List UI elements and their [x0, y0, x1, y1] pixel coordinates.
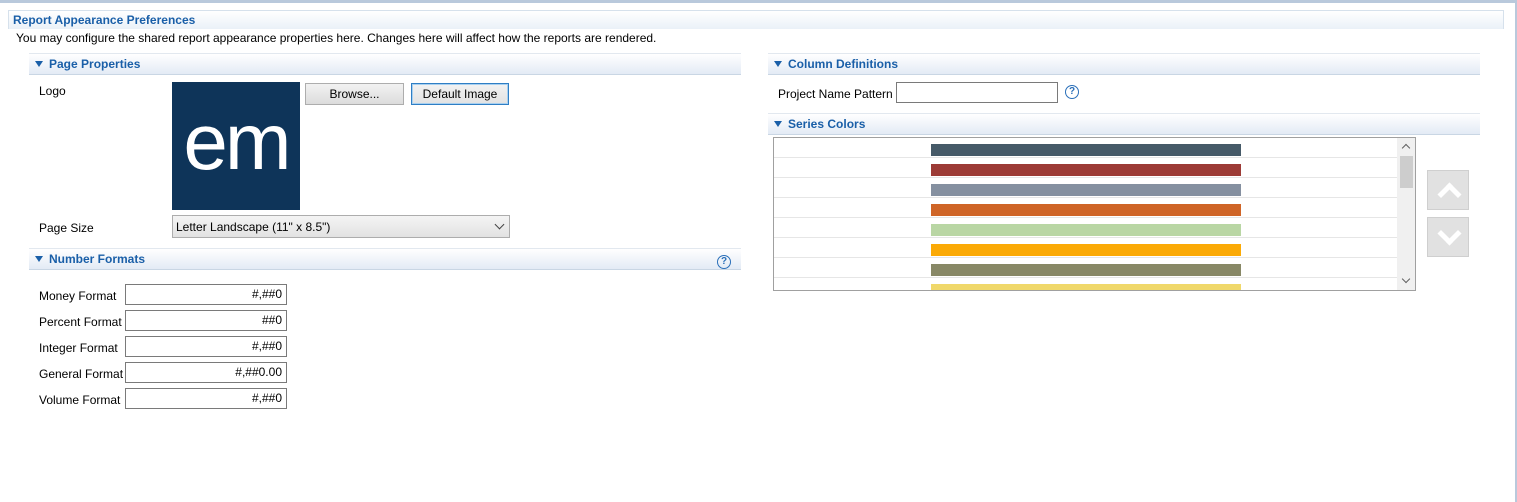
vertical-scrollbar[interactable]	[1397, 138, 1415, 290]
volume-format-field[interactable]: #,##0	[125, 388, 287, 409]
browse-button[interactable]: Browse...	[305, 83, 404, 105]
series-colors-title: Series Colors	[788, 117, 866, 131]
integer-format-label: Integer Format	[39, 341, 118, 355]
scroll-up-arrow-icon[interactable]	[1401, 143, 1411, 153]
series-color-row[interactable]	[774, 178, 1397, 198]
default-image-button[interactable]: Default Image	[411, 83, 509, 105]
chevron-down-icon	[1437, 221, 1462, 246]
logo-label: Logo	[39, 84, 66, 98]
integer-format-field[interactable]: #,##0	[125, 336, 287, 357]
color-swatch	[931, 244, 1241, 256]
preferences-header	[8, 10, 1504, 29]
color-swatch	[931, 164, 1241, 176]
collapse-toggle-icon[interactable]	[35, 61, 43, 67]
scrollbar-thumb[interactable]	[1400, 156, 1413, 188]
color-swatch	[931, 284, 1241, 290]
page-size-select[interactable]: Letter Landscape (11" x 8.5")	[172, 215, 510, 238]
color-swatch	[931, 264, 1241, 276]
help-icon[interactable]: ?	[1065, 85, 1079, 99]
number-formats-section-header[interactable]: Number Formats	[29, 248, 741, 270]
series-color-row[interactable]	[774, 238, 1397, 258]
page-title: Report Appearance Preferences	[13, 13, 196, 27]
color-swatch	[931, 204, 1241, 216]
project-name-pattern-field[interactable]	[896, 82, 1058, 103]
logo-image: em	[172, 82, 300, 210]
general-format-field[interactable]: #,##0.00	[125, 362, 287, 383]
number-formats-title: Number Formats	[49, 252, 146, 266]
chevron-up-icon	[1437, 182, 1462, 207]
scroll-down-arrow-icon[interactable]	[1401, 274, 1411, 284]
page-properties-title: Page Properties	[49, 57, 141, 71]
collapse-toggle-icon[interactable]	[35, 256, 43, 262]
move-up-button[interactable]	[1427, 170, 1469, 210]
money-format-label: Money Format	[39, 289, 117, 303]
logo-text: em	[183, 97, 291, 186]
series-colors-section-header[interactable]: Series Colors	[768, 113, 1480, 135]
window-top-border	[0, 0, 1517, 3]
page-size-value: Letter Landscape (11" x 8.5")	[176, 220, 331, 234]
column-definitions-title: Column Definitions	[788, 57, 898, 71]
series-colors-list[interactable]	[773, 137, 1416, 291]
percent-format-field[interactable]: ##0	[125, 310, 287, 331]
move-down-button[interactable]	[1427, 217, 1469, 257]
collapse-toggle-icon[interactable]	[774, 121, 782, 127]
page-description: You may configure the shared report appe…	[16, 31, 657, 45]
color-swatch	[931, 184, 1241, 196]
color-swatch	[931, 144, 1241, 156]
collapse-toggle-icon[interactable]	[774, 61, 782, 67]
series-color-row[interactable]	[774, 278, 1397, 290]
column-definitions-section-header[interactable]: Column Definitions	[768, 53, 1480, 75]
color-swatch	[931, 224, 1241, 236]
series-color-row[interactable]	[774, 158, 1397, 178]
chevron-down-icon	[494, 219, 505, 230]
series-color-row[interactable]	[774, 218, 1397, 238]
page-properties-section-header[interactable]: Page Properties	[29, 53, 741, 75]
project-name-pattern-label: Project Name Pattern	[778, 87, 893, 101]
page-size-label: Page Size	[39, 221, 94, 235]
percent-format-label: Percent Format	[39, 315, 122, 329]
help-icon[interactable]: ?	[717, 255, 731, 269]
series-color-row[interactable]	[774, 258, 1397, 278]
money-format-field[interactable]: #,##0	[125, 284, 287, 305]
series-color-row[interactable]	[774, 138, 1397, 158]
volume-format-label: Volume Format	[39, 393, 121, 407]
general-format-label: General Format	[39, 367, 124, 381]
series-color-row[interactable]	[774, 198, 1397, 218]
